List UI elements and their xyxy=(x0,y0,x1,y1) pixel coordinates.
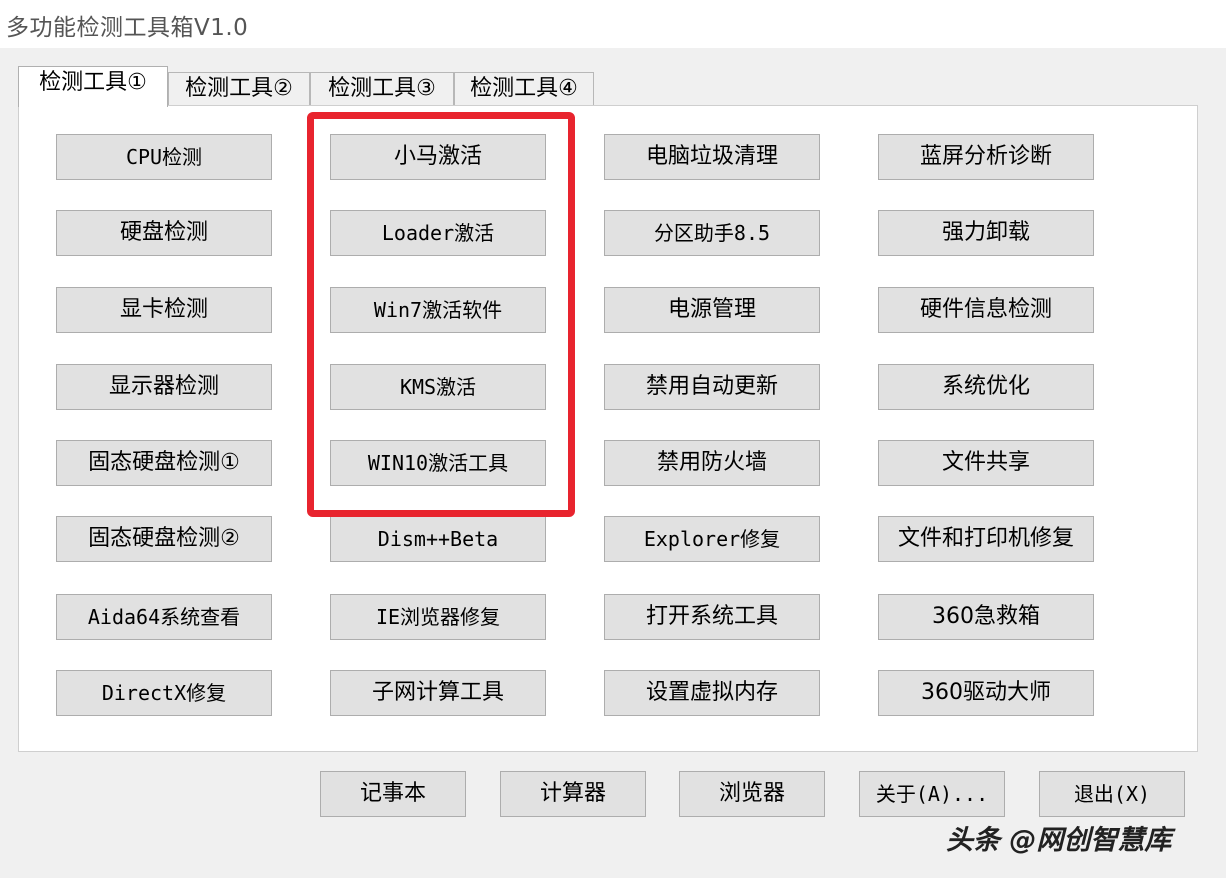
ie-repair-button[interactable]: IE浏览器修复 xyxy=(330,594,546,640)
title-bar: 多功能检测工具箱V1.0 xyxy=(0,0,1226,48)
browser-button[interactable]: 浏览器 xyxy=(679,771,825,817)
tab-tools-2[interactable]: 检测工具② xyxy=(168,72,310,106)
tab-tools-4[interactable]: 检测工具④ xyxy=(454,72,594,106)
hardware-info-button[interactable]: 硬件信息检测 xyxy=(878,287,1094,333)
disable-update-button[interactable]: 禁用自动更新 xyxy=(604,364,820,410)
cpu-check-button[interactable]: CPU检测 xyxy=(56,134,272,180)
tab-tools-3[interactable]: 检测工具③ xyxy=(310,72,454,106)
system-tools-button[interactable]: 打开系统工具 xyxy=(604,594,820,640)
exit-button[interactable]: 退出(X) xyxy=(1039,771,1185,817)
watermark: 头条 @网创智慧库 xyxy=(946,825,1172,856)
calculator-button[interactable]: 计算器 xyxy=(500,771,646,817)
disk-check-button[interactable]: 硬盘检测 xyxy=(56,210,272,256)
first-aid-kit-button[interactable]: 360急救箱 xyxy=(878,594,1094,640)
loader-activate-button[interactable]: Loader激活 xyxy=(330,210,546,256)
virtual-memory-button[interactable]: 设置虚拟内存 xyxy=(604,670,820,716)
disable-firewall-button[interactable]: 禁用防火墙 xyxy=(604,440,820,486)
notepad-button[interactable]: 记事本 xyxy=(320,771,466,817)
file-share-button[interactable]: 文件共享 xyxy=(878,440,1094,486)
bsod-diagnose-button[interactable]: 蓝屏分析诊断 xyxy=(878,134,1094,180)
win10-activate-button[interactable]: WIN10激活工具 xyxy=(330,440,546,486)
window-title: 多功能检测工具箱V1.0 xyxy=(6,15,249,41)
about-button[interactable]: 关于(A)... xyxy=(859,771,1005,817)
xiaoma-activate-button[interactable]: 小马激活 xyxy=(330,134,546,180)
ssd-check-1-button[interactable]: 固态硬盘检测① xyxy=(56,440,272,486)
printer-repair-button[interactable]: 文件和打印机修复 xyxy=(878,516,1094,562)
tab-panel xyxy=(18,105,1198,752)
tab-tools-1[interactable]: 检测工具① xyxy=(18,66,168,107)
gpu-check-button[interactable]: 显卡检测 xyxy=(56,287,272,333)
dism-button[interactable]: Dism++Beta xyxy=(330,516,546,562)
monitor-check-button[interactable]: 显示器检测 xyxy=(56,364,272,410)
partition-assistant-button[interactable]: 分区助手8.5 xyxy=(604,210,820,256)
kms-activate-button[interactable]: KMS激活 xyxy=(330,364,546,410)
system-optimize-button[interactable]: 系统优化 xyxy=(878,364,1094,410)
power-manage-button[interactable]: 电源管理 xyxy=(604,287,820,333)
junk-clean-button[interactable]: 电脑垃圾清理 xyxy=(604,134,820,180)
explorer-repair-button[interactable]: Explorer修复 xyxy=(604,516,820,562)
ssd-check-2-button[interactable]: 固态硬盘检测② xyxy=(56,516,272,562)
win7-activate-button[interactable]: Win7激活软件 xyxy=(330,287,546,333)
directx-repair-button[interactable]: DirectX修复 xyxy=(56,670,272,716)
driver-master-button[interactable]: 360驱动大师 xyxy=(878,670,1094,716)
force-uninstall-button[interactable]: 强力卸载 xyxy=(878,210,1094,256)
subnet-calc-button[interactable]: 子网计算工具 xyxy=(330,670,546,716)
aida64-button[interactable]: Aida64系统查看 xyxy=(56,594,272,640)
